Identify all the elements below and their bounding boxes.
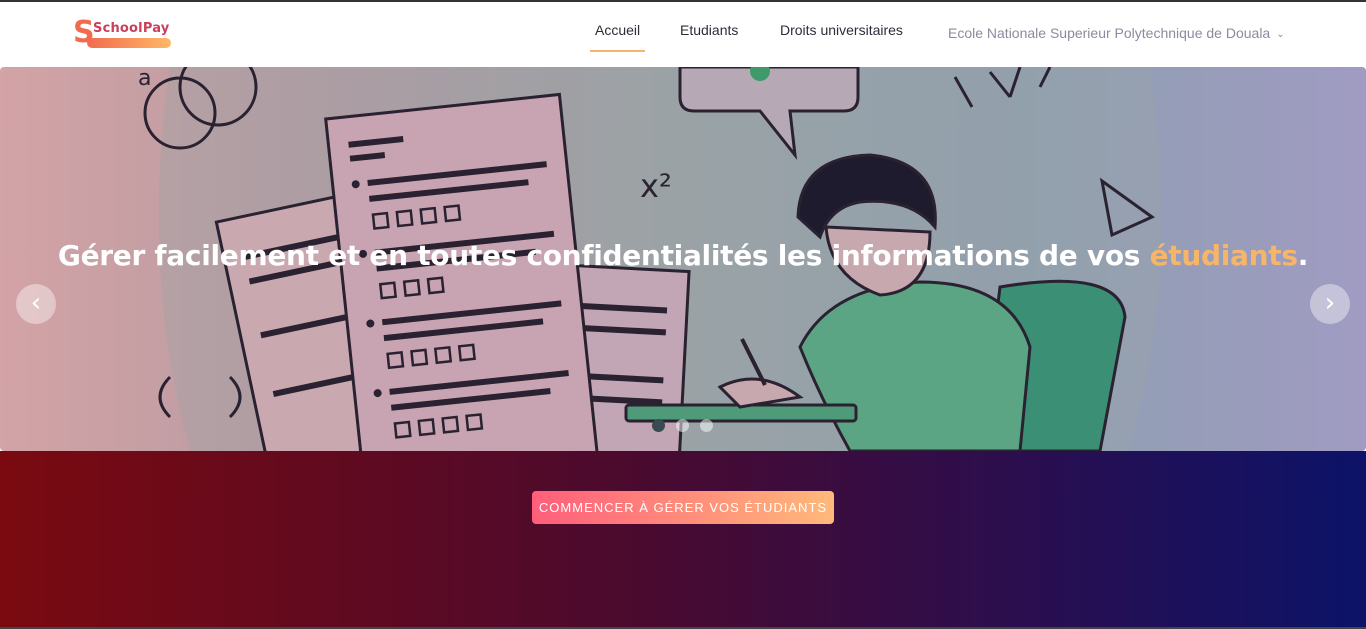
hero-title-suffix: . [1297, 239, 1309, 272]
nav-item-etudiants[interactable]: Etudiants [680, 22, 738, 38]
carousel-prev-button[interactable]: ‹ [16, 284, 56, 324]
formula-text: x² [640, 167, 672, 205]
hero-title-prefix: Gérer facilement et en toutes confidenti… [57, 239, 1150, 272]
nav-item-accueil[interactable]: Accueil [589, 22, 646, 52]
main-nav: Accueil Etudiants Droits universitaires … [0, 22, 1366, 52]
carousel-indicators [652, 419, 722, 433]
school-selector-label: Ecole Nationale Superieur Polytechnique … [948, 25, 1271, 41]
carousel-dot-1[interactable] [652, 419, 665, 432]
chevron-left-icon: ‹ [30, 288, 42, 318]
chevron-down-icon: ⌄ [1276, 28, 1285, 40]
paper-main [324, 92, 599, 451]
hero-title-highlight: étudiants [1149, 239, 1298, 272]
hero-title: Gérer facilement et en toutes confidenti… [0, 239, 1366, 272]
cta-section: COMMENCER À GÉRER VOS ÉTUDIANTS [0, 451, 1366, 627]
nav-item-droits-universitaires[interactable]: Droits universitaires [780, 22, 903, 38]
hero-carousel: a x² Gérer facilement et en toutes confi… [0, 67, 1366, 451]
carousel-dot-3[interactable] [700, 419, 713, 432]
letter-a: a [138, 67, 151, 91]
start-managing-students-button[interactable]: COMMENCER À GÉRER VOS ÉTUDIANTS [532, 491, 834, 524]
chevron-right-icon: › [1324, 288, 1336, 318]
navbar: S SchoolPay Accueil Etudiants Droits uni… [0, 2, 1366, 66]
school-selector[interactable]: Ecole Nationale Superieur Polytechnique … [948, 25, 1285, 41]
carousel-dot-2[interactable] [676, 419, 689, 432]
carousel-next-button[interactable]: › [1310, 284, 1350, 324]
